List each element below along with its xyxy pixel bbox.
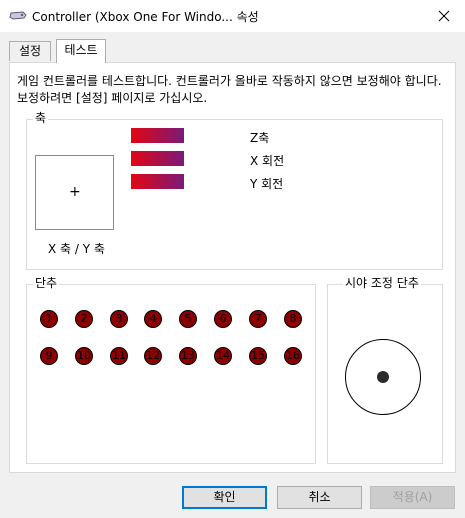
controller-button-6: 6 bbox=[214, 310, 232, 328]
close-icon bbox=[438, 10, 450, 22]
tab-settings[interactable]: 설정 bbox=[9, 41, 51, 61]
z-axis-bar bbox=[131, 128, 184, 143]
controller-button-5: 5 bbox=[179, 310, 197, 328]
xy-position-marker: + bbox=[69, 184, 81, 200]
x-rotation-bar bbox=[131, 151, 184, 166]
x-rotation-label: X 회전 bbox=[250, 154, 285, 168]
y-rotation-bar bbox=[131, 174, 184, 189]
z-axis-label: Z축 bbox=[250, 131, 270, 145]
controller-button-8: 8 bbox=[284, 310, 302, 328]
close-button[interactable] bbox=[422, 0, 465, 32]
controller-button-9: 9 bbox=[40, 347, 58, 365]
buttons-group bbox=[26, 284, 316, 464]
controller-button-4: 4 bbox=[144, 310, 162, 328]
controller-button-1: 1 bbox=[40, 310, 58, 328]
controller-button-12: 12 bbox=[144, 347, 162, 365]
controller-button-13: 13 bbox=[179, 347, 197, 365]
controller-button-15: 15 bbox=[249, 347, 267, 365]
controller-button-16: 16 bbox=[284, 347, 302, 365]
controller-button-11: 11 bbox=[110, 347, 128, 365]
buttons-group-label: 단추 bbox=[33, 276, 60, 290]
gamepad-icon bbox=[9, 9, 27, 23]
window-title: Controller (Xbox One For Windo... 속성 bbox=[32, 10, 259, 24]
pov-center-dot bbox=[377, 371, 389, 383]
apply-button[interactable]: 적용(A) bbox=[370, 486, 455, 509]
xy-axis-label: X 축 / Y 축 bbox=[48, 242, 105, 256]
pov-group-label: 시야 조정 단추 bbox=[343, 276, 421, 290]
tab-test[interactable]: 테스트 bbox=[56, 39, 106, 63]
controller-button-10: 10 bbox=[75, 347, 93, 365]
description-text: 게임 컨트롤러를 테스트합니다. 컨트롤러가 올바로 작동하지 않으면 보정해야… bbox=[17, 74, 442, 105]
controller-button-14: 14 bbox=[214, 347, 232, 365]
cancel-button[interactable]: 취소 bbox=[277, 486, 362, 509]
y-rotation-label: Y 회전 bbox=[250, 177, 284, 191]
controller-button-7: 7 bbox=[249, 310, 267, 328]
controller-button-2: 2 bbox=[75, 310, 93, 328]
ok-button[interactable]: 확인 bbox=[182, 486, 267, 509]
axes-group-label: 축 bbox=[33, 111, 49, 125]
controller-button-3: 3 bbox=[110, 310, 128, 328]
